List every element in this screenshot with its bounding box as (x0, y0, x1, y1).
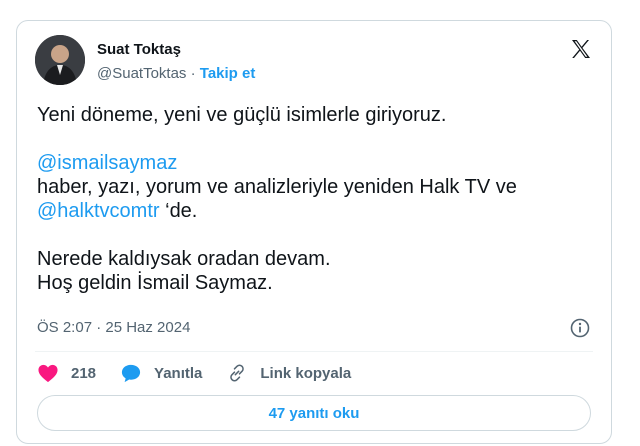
tweet-line: Yeni döneme, yeni ve güçlü isimlerle gir… (37, 104, 447, 126)
tweet-timestamp[interactable]: ÖS 2:07 · 25 Haz 2024 (37, 319, 190, 336)
tweet-line: Hoş geldin İsmail Saymaz. (37, 272, 273, 294)
x-logo-icon[interactable] (569, 37, 593, 61)
read-replies-label: 47 yanıtı oku (268, 404, 360, 422)
avatar[interactable] (35, 35, 85, 85)
mention-link[interactable]: @ismailsaymaz (37, 152, 177, 174)
tweet-card: Suat Toktaş @SuatToktas · Takip et Yeni … (16, 20, 612, 444)
tweet-text-fragment: ‘de. (159, 200, 198, 222)
tweet-body: Yeni döneme, yeni ve güçlü isimlerle gir… (37, 103, 597, 295)
author-name[interactable]: Suat Toktaş (97, 41, 181, 58)
avatar-image (35, 35, 85, 85)
like-count: 218 (71, 364, 97, 382)
tweet-line: Nerede kaldıysak oradan devam. (37, 248, 331, 270)
follow-button[interactable]: Takip et (200, 65, 256, 82)
read-replies-button[interactable]: 47 yanıtı oku (37, 395, 591, 431)
reply-label: Yanıtla (154, 364, 203, 382)
tweet-line: haber, yazı, yorum ve analizleriyle yeni… (37, 176, 517, 198)
mention-link[interactable]: @halktvcomtr (37, 200, 160, 222)
heart-icon (38, 364, 58, 383)
info-icon[interactable] (569, 317, 591, 339)
copy-link-button[interactable]: Link kopyala (226, 363, 351, 383)
author-handle-row: @SuatToktas · Takip et (97, 65, 255, 82)
copy-link-label: Link kopyala (260, 364, 352, 382)
divider (35, 351, 593, 352)
author-handle[interactable]: @SuatToktas (97, 65, 186, 82)
handle-separator: · (190, 65, 196, 82)
like-button[interactable]: 218 (37, 363, 96, 383)
link-icon (230, 364, 245, 382)
speech-bubble-icon (121, 364, 141, 383)
action-bar: 218 Yanıtla Link kopyala (37, 361, 375, 385)
reply-button[interactable]: Yanıtla (120, 363, 202, 383)
